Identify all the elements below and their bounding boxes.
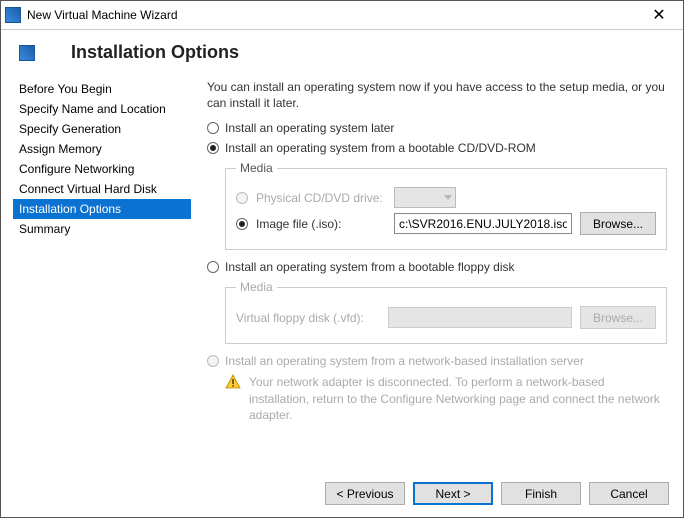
group-legend: Media bbox=[236, 161, 277, 175]
physical-drive-row: Physical CD/DVD drive: bbox=[236, 187, 656, 208]
radio-icon bbox=[207, 261, 219, 273]
titlebar: New Virtual Machine Wizard ✕ bbox=[1, 1, 683, 30]
option-install-floppy[interactable]: Install an operating system from a boota… bbox=[207, 260, 667, 274]
physical-drive-label: Physical CD/DVD drive: bbox=[256, 191, 386, 205]
intro-text: You can install an operating system now … bbox=[207, 79, 667, 111]
cd-media-group: Media Physical CD/DVD drive: Image file … bbox=[225, 161, 667, 250]
option-install-later[interactable]: Install an operating system later bbox=[207, 121, 667, 135]
app-icon bbox=[5, 7, 21, 23]
step-before-you-begin[interactable]: Before You Begin bbox=[13, 79, 191, 99]
browse-iso-button[interactable]: Browse... bbox=[580, 212, 656, 235]
step-specify-name[interactable]: Specify Name and Location bbox=[13, 99, 191, 119]
floppy-media-group: Media Virtual floppy disk (.vfd): Browse… bbox=[225, 280, 667, 344]
next-button[interactable]: Next > bbox=[413, 482, 493, 505]
step-summary[interactable]: Summary bbox=[13, 219, 191, 239]
vfd-row: Virtual floppy disk (.vfd): Browse... bbox=[236, 306, 656, 329]
option-label: Install an operating system from a netwo… bbox=[225, 354, 584, 368]
finish-button[interactable]: Finish bbox=[501, 482, 581, 505]
radio-icon bbox=[236, 192, 248, 204]
page-header: Installation Options bbox=[1, 30, 683, 73]
cancel-button[interactable]: Cancel bbox=[589, 482, 669, 505]
warning-icon bbox=[225, 374, 241, 390]
previous-button[interactable]: < Previous bbox=[325, 482, 405, 505]
option-label: Install an operating system from a boota… bbox=[225, 260, 515, 274]
option-label: Install an operating system from a boota… bbox=[225, 141, 536, 155]
vfd-label: Virtual floppy disk (.vfd): bbox=[236, 311, 380, 325]
step-specify-generation[interactable]: Specify Generation bbox=[13, 119, 191, 139]
wizard-icon bbox=[19, 45, 35, 61]
radio-icon bbox=[207, 122, 219, 134]
step-assign-memory[interactable]: Assign Memory bbox=[13, 139, 191, 159]
wizard-steps-sidebar: Before You Begin Specify Name and Locati… bbox=[13, 73, 191, 423]
radio-icon[interactable] bbox=[236, 218, 248, 230]
page-title: Installation Options bbox=[71, 42, 239, 63]
network-warning: Your network adapter is disconnected. To… bbox=[225, 374, 667, 423]
close-icon[interactable]: ✕ bbox=[639, 5, 679, 25]
option-label: Install an operating system later bbox=[225, 121, 394, 135]
iso-label: Image file (.iso): bbox=[256, 217, 386, 231]
option-install-network: Install an operating system from a netwo… bbox=[207, 354, 667, 368]
iso-row: Image file (.iso): Browse... bbox=[236, 212, 656, 235]
group-legend: Media bbox=[236, 280, 277, 294]
iso-path-input[interactable] bbox=[394, 213, 572, 234]
window-title: New Virtual Machine Wizard bbox=[27, 8, 639, 22]
option-install-cd[interactable]: Install an operating system from a boota… bbox=[207, 141, 667, 155]
wizard-footer: < Previous Next > Finish Cancel bbox=[325, 482, 669, 505]
step-connect-vhd[interactable]: Connect Virtual Hard Disk bbox=[13, 179, 191, 199]
browse-vfd-button: Browse... bbox=[580, 306, 656, 329]
content-pane: You can install an operating system now … bbox=[191, 73, 683, 423]
physical-drive-combo bbox=[394, 187, 456, 208]
vfd-path-input bbox=[388, 307, 572, 328]
network-warning-text: Your network adapter is disconnected. To… bbox=[249, 374, 667, 423]
radio-icon bbox=[207, 355, 219, 367]
step-configure-networking[interactable]: Configure Networking bbox=[13, 159, 191, 179]
step-installation-options[interactable]: Installation Options bbox=[13, 199, 191, 219]
chevron-down-icon bbox=[444, 195, 452, 200]
radio-icon bbox=[207, 142, 219, 154]
